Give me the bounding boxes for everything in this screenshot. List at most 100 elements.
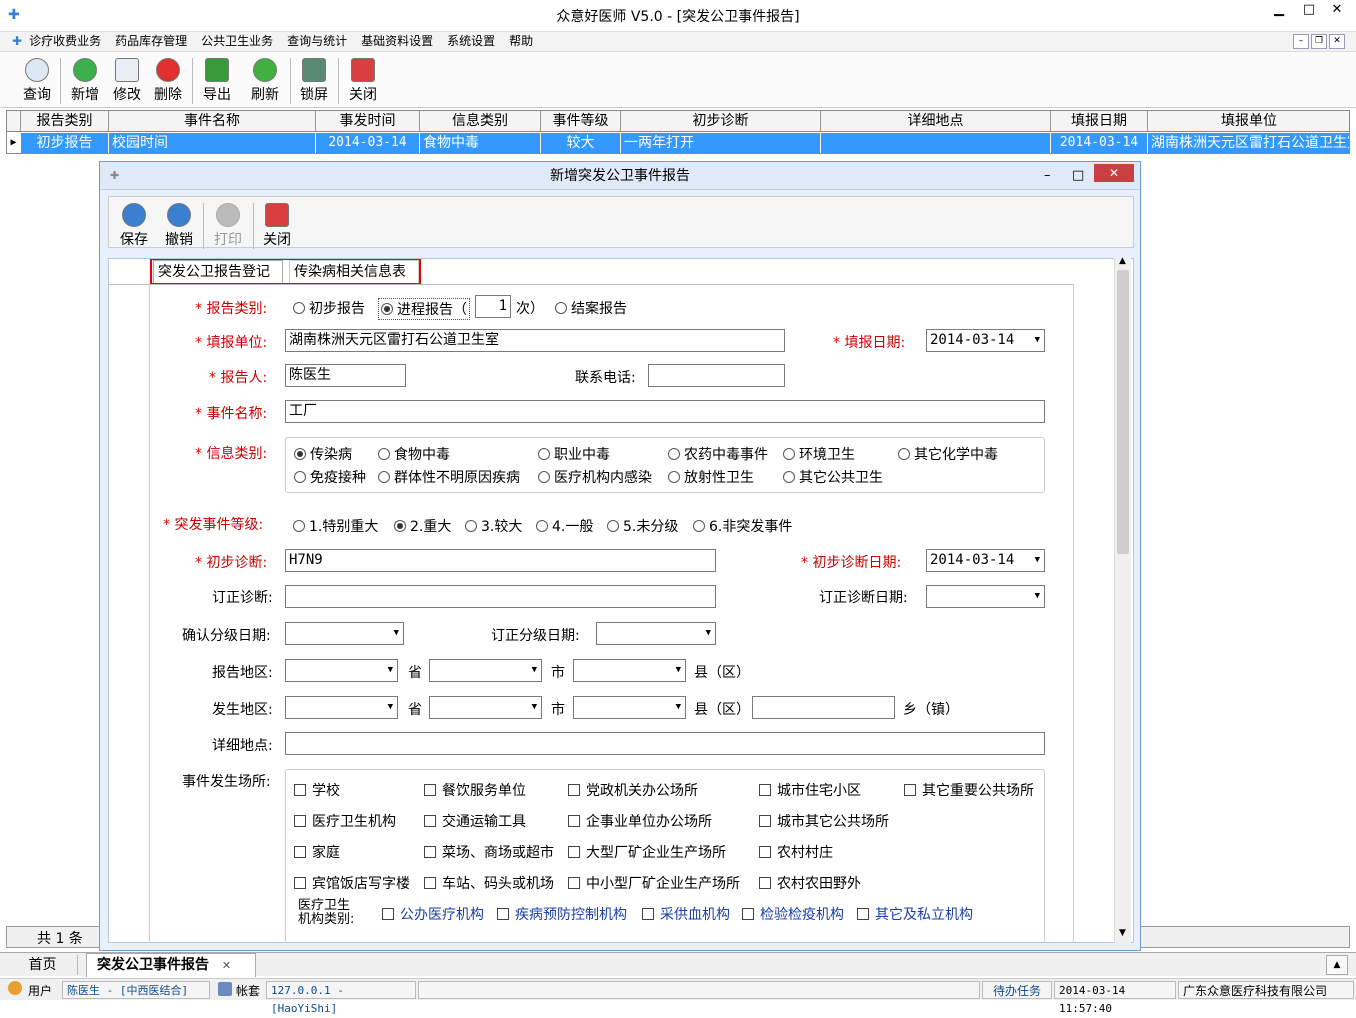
col-event-time[interactable]: 事发时间 (316, 111, 420, 132)
chk-place-station[interactable]: 车站、码头或机场 (424, 873, 554, 893)
radio-level-4[interactable]: 4.一般 (536, 516, 593, 536)
chk-med-blood[interactable]: 采供血机构 (642, 904, 730, 924)
chk-place-medical[interactable]: 医疗卫生机构 (294, 811, 396, 831)
radio-info-chemical[interactable]: 其它化学中毒 (898, 444, 998, 464)
revised-diagnosis-input[interactable] (285, 585, 716, 608)
col-address[interactable]: 详细地点 (821, 111, 1051, 132)
edit-button[interactable]: 修改 (110, 56, 144, 104)
chk-place-school[interactable]: 学校 (294, 780, 340, 800)
chk-med-public[interactable]: 公办医疗机构 (382, 904, 484, 924)
table-row[interactable]: ▶ 初步报告 校园时间 2014-03-14 食物中毒 较大 一两年打开 201… (7, 133, 1349, 153)
address-input[interactable] (285, 732, 1045, 755)
chk-place-city-public[interactable]: 城市其它公共场所 (759, 811, 889, 831)
close-button[interactable]: ✕ (1318, 0, 1356, 22)
dialog-maximize-button[interactable]: □ (1072, 162, 1084, 190)
confirm-level-date-picker[interactable]: ▼ (285, 622, 404, 645)
refresh-button[interactable]: 刷新 (248, 56, 282, 104)
dialog-close-tool-button[interactable]: 关闭 (260, 201, 294, 249)
chk-med-inspection[interactable]: 检验检疫机构 (742, 904, 844, 924)
menu-item-basic-data[interactable]: 基础资料设置 (354, 32, 440, 50)
radio-info-environment[interactable]: 环境卫生 (783, 444, 855, 464)
query-button[interactable]: 查询 (20, 56, 54, 104)
menu-item-public-health[interactable]: 公共卫生业务 (194, 32, 280, 50)
radio-info-food-poison[interactable]: 食物中毒 (378, 444, 450, 464)
progress-count-input[interactable]: 1 (475, 295, 511, 318)
chk-place-residential[interactable]: 城市住宅小区 (759, 780, 861, 800)
chk-place-enterprise-office[interactable]: 企事业单位办公场所 (568, 811, 712, 831)
radio-info-hospital-infection[interactable]: 医疗机构内感染 (538, 467, 652, 487)
tab-current-report[interactable]: 突发公卫事件报告 ✕ (86, 953, 256, 977)
chk-place-market[interactable]: 菜场、商场或超市 (424, 842, 554, 862)
radio-progress-report[interactable]: 进程报告（ (378, 298, 470, 320)
radio-info-vaccination[interactable]: 免疫接种 (294, 467, 366, 487)
delete-button[interactable]: 删除 (151, 56, 185, 104)
col-event-level[interactable]: 事件等级 (541, 111, 621, 132)
chk-place-government[interactable]: 党政机关办公场所 (568, 780, 698, 800)
col-report-unit[interactable]: 填报单位 (1148, 111, 1349, 132)
menu-item-settings[interactable]: 系统设置 (440, 32, 502, 50)
radio-info-unknown-disease[interactable]: 群体性不明原因疾病 (378, 467, 520, 487)
mdi-restore-button[interactable]: ❐ (1311, 34, 1327, 49)
menu-item-drugs[interactable]: 药品库存管理 (108, 32, 194, 50)
radio-info-pesticide[interactable]: 农药中毒事件 (668, 444, 768, 464)
report-date-picker[interactable]: 2014-03-14 ▼ (926, 329, 1045, 352)
col-diagnosis[interactable]: 初步诊断 (621, 111, 821, 132)
col-report-type[interactable]: 报告类别 (21, 111, 109, 132)
scroll-down-icon[interactable]: ▼ (1119, 928, 1126, 938)
revised-level-date-picker[interactable]: ▼ (596, 622, 716, 645)
chk-place-other-important[interactable]: 其它重要公共场所 (904, 780, 1034, 800)
radio-level-1[interactable]: 1.特别重大 (293, 516, 378, 536)
revised-diagnosis-date-picker[interactable]: ▼ (926, 585, 1045, 608)
town-input[interactable] (752, 696, 895, 719)
chk-place-large-factory[interactable]: 大型厂矿企业生产场所 (568, 842, 726, 862)
form-scrollbar[interactable]: ▲ ▼ (1114, 256, 1131, 943)
minimize-button[interactable]: ▁ (1264, 0, 1294, 22)
undo-button[interactable]: 撤销 (162, 201, 196, 249)
export-button[interactable]: 导出 (200, 56, 234, 104)
radio-final-report[interactable]: 结案报告 (555, 298, 627, 318)
lock-screen-button[interactable]: 锁屏 (297, 56, 331, 104)
diagnosis-input[interactable]: H7N9 (285, 549, 716, 572)
scroll-up-icon[interactable]: ▲ (1119, 256, 1126, 266)
radio-info-infectious[interactable]: 传染病 (294, 444, 352, 464)
tabs-scroll-button[interactable]: ▲ (1326, 955, 1348, 975)
radio-info-radiation[interactable]: 放射性卫生 (668, 467, 754, 487)
tab-close-icon[interactable]: ✕ (222, 959, 231, 972)
col-info-type[interactable]: 信息类别 (420, 111, 541, 132)
radio-initial-report[interactable]: 初步报告 (293, 298, 365, 318)
save-button[interactable]: 保存 (117, 201, 151, 249)
radio-level-5[interactable]: 5.未分级 (607, 516, 678, 536)
print-button[interactable]: 打印 (211, 201, 245, 249)
chk-med-other[interactable]: 其它及私立机构 (857, 904, 973, 924)
occur-province-select[interactable]: ▼ (285, 696, 398, 719)
todo-tasks-link[interactable]: 待办任务 (982, 981, 1052, 999)
chk-place-farmland[interactable]: 农村农田野外 (759, 873, 861, 893)
mdi-minimize-button[interactable]: – (1293, 34, 1309, 49)
event-name-input[interactable]: 工厂 (285, 400, 1045, 423)
chk-place-hotel[interactable]: 宾馆饭店写字楼 (294, 873, 410, 893)
add-button[interactable]: 新增 (68, 56, 102, 104)
radio-level-2[interactable]: 2.重大 (394, 516, 451, 536)
chk-place-small-factory[interactable]: 中小型厂矿企业生产场所 (568, 873, 740, 893)
unit-input[interactable]: 湖南株洲天元区雷打石公道卫生室 (285, 329, 785, 352)
radio-info-other-public[interactable]: 其它公共卫生 (783, 467, 883, 487)
col-report-date[interactable]: 填报日期 (1051, 111, 1148, 132)
radio-level-6[interactable]: 6.非突发事件 (693, 516, 792, 536)
menu-item-help[interactable]: 帮助 (502, 32, 540, 50)
occur-county-select[interactable]: ▼ (573, 696, 686, 719)
reporter-input[interactable]: 陈医生 (285, 364, 406, 387)
phone-input[interactable] (648, 364, 785, 387)
report-city-select[interactable]: ▼ (429, 659, 542, 682)
menu-item-query[interactable]: 查询与统计 (280, 32, 354, 50)
diagnosis-date-picker[interactable]: 2014-03-14 ▼ (926, 549, 1045, 572)
tab-home[interactable]: 首页 (8, 955, 78, 975)
chk-place-village[interactable]: 农村村庄 (759, 842, 833, 862)
mdi-close-button[interactable]: ✕ (1329, 34, 1345, 49)
report-county-select[interactable]: ▼ (573, 659, 686, 682)
scroll-thumb[interactable] (1117, 270, 1129, 554)
close-module-button[interactable]: 关闭 (346, 56, 380, 104)
report-province-select[interactable]: ▼ (285, 659, 398, 682)
col-event-name[interactable]: 事件名称 (109, 111, 316, 132)
dialog-close-button[interactable]: ✕ (1094, 164, 1134, 182)
chk-place-home[interactable]: 家庭 (294, 842, 340, 862)
